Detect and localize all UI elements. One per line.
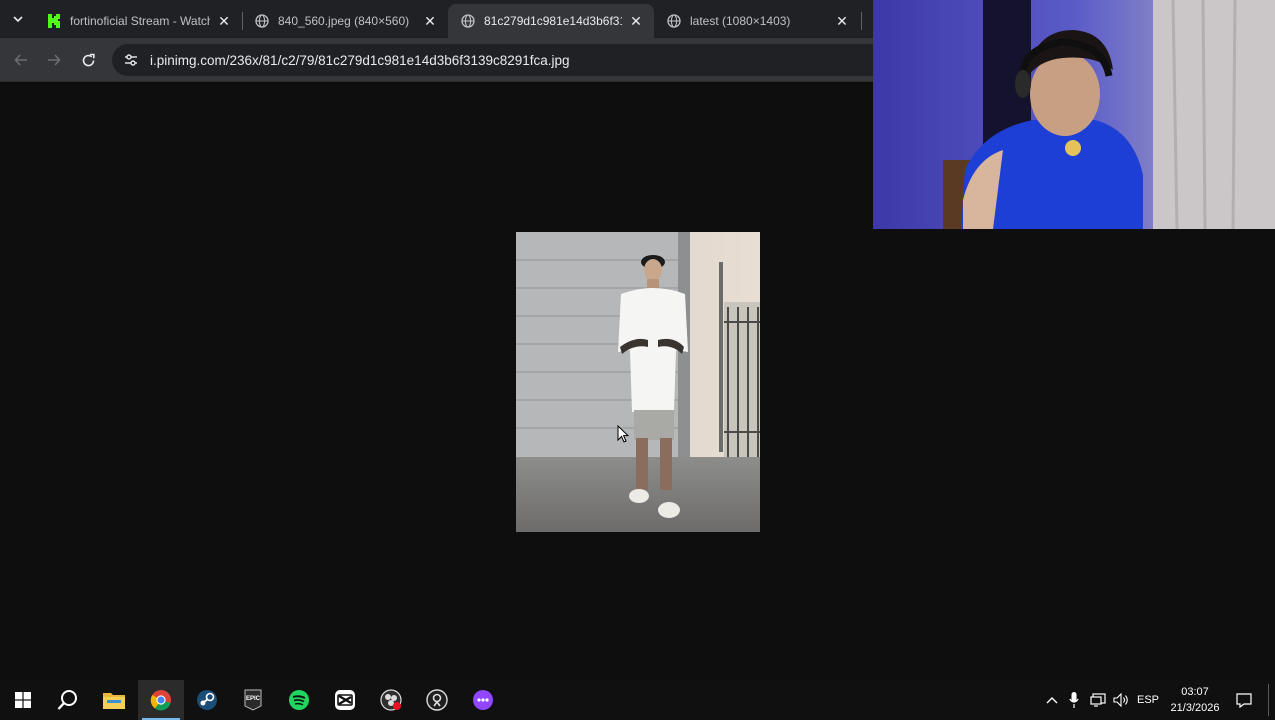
kick-logo-icon — [46, 13, 62, 29]
mouse-cursor-icon — [617, 424, 630, 448]
tab-kick-stream[interactable]: fortinoficial Stream - Watch ✕ — [34, 4, 242, 38]
tab-title: 81c279d1c981e14d3b6f3139c8291fca.jpg — [484, 14, 622, 28]
network-icon — [1090, 693, 1106, 707]
epic-games-icon: EPIC — [244, 689, 262, 711]
globe-icon — [254, 13, 270, 29]
chevron-down-icon — [13, 16, 23, 23]
tab-separator — [861, 12, 862, 30]
windows-taskbar: EPIC ESP 03:07 21/3/2026 — [0, 680, 1275, 720]
site-info-icon[interactable] — [116, 47, 146, 73]
search-icon — [57, 690, 77, 710]
capcut-button[interactable] — [322, 680, 368, 720]
tab-title: fortinoficial Stream - Watch — [70, 14, 210, 28]
tab-title: 840_560.jpeg (840×560) — [278, 14, 410, 28]
streamlabs-button[interactable] — [414, 680, 460, 720]
arrow-right-icon — [48, 54, 61, 66]
chrome-button[interactable] — [138, 680, 184, 720]
close-icon[interactable]: ✕ — [628, 13, 644, 29]
show-hidden-icons-button[interactable] — [1043, 680, 1061, 720]
microphone-button[interactable] — [1066, 680, 1082, 720]
folder-icon — [103, 693, 125, 709]
screen: fortinoficial Stream - Watch ✕ 840_560.j… — [0, 0, 1275, 720]
reload-button[interactable] — [75, 47, 101, 73]
clock-date: 21/3/2026 — [1170, 702, 1220, 714]
show-desktop-button[interactable] — [1268, 684, 1269, 716]
file-explorer-button[interactable] — [91, 680, 137, 720]
speaker-icon — [1112, 693, 1128, 707]
address-bar[interactable]: i.pinimg.com/236x/81/c2/79/81c279d1c981e… — [112, 44, 882, 76]
tab-search-button[interactable] — [6, 7, 30, 31]
tab-840-560[interactable]: 840_560.jpeg (840×560) ✕ — [242, 4, 448, 38]
steam-icon — [197, 690, 217, 710]
close-icon[interactable]: ✕ — [834, 13, 850, 29]
url-text: i.pinimg.com/236x/81/c2/79/81c279d1c981e… — [150, 52, 570, 68]
network-button[interactable] — [1088, 680, 1108, 720]
obs-icon — [380, 689, 402, 711]
svg-text:EPIC: EPIC — [246, 696, 261, 702]
spotify-button[interactable] — [276, 680, 322, 720]
start-button[interactable] — [0, 680, 46, 720]
forward-button[interactable] — [41, 47, 67, 73]
language-indicator[interactable]: ESP — [1134, 680, 1162, 720]
globe-icon — [666, 13, 682, 29]
chevron-up-icon — [1046, 697, 1058, 704]
microphone-icon — [1069, 692, 1079, 708]
steam-button[interactable] — [184, 680, 230, 720]
webcam-overlay — [873, 0, 1275, 229]
close-icon[interactable]: ✕ — [422, 13, 438, 29]
reload-icon — [82, 53, 95, 66]
search-button[interactable] — [45, 680, 91, 720]
system-clock[interactable]: 03:07 21/3/2026 — [1164, 684, 1226, 716]
browser-toolbar: i.pinimg.com/236x/81/c2/79/81c279d1c981e… — [0, 38, 882, 82]
twitch-chat-icon — [473, 690, 493, 710]
arrow-left-icon — [14, 54, 27, 66]
action-center-button[interactable] — [1232, 680, 1256, 720]
tab-title: latest (1080×1403) — [690, 14, 791, 28]
displayed-image[interactable] — [516, 232, 760, 532]
spotify-icon — [289, 690, 309, 710]
volume-button[interactable] — [1111, 680, 1131, 720]
notification-icon — [1236, 692, 1252, 708]
globe-icon — [460, 13, 476, 29]
epic-games-button[interactable]: EPIC — [230, 680, 276, 720]
windows-logo-icon — [15, 692, 31, 708]
chat-app-button[interactable] — [460, 680, 506, 720]
streamlabs-icon — [426, 689, 448, 711]
capcut-icon — [335, 690, 355, 710]
back-button[interactable] — [8, 47, 34, 73]
close-icon[interactable]: ✕ — [216, 13, 232, 29]
chrome-icon — [150, 690, 171, 711]
tab-active-image[interactable]: 81c279d1c981e14d3b6f3139c8291fca.jpg ✕ — [448, 4, 654, 38]
tab-latest[interactable]: latest (1080×1403) ✕ — [654, 4, 860, 38]
obs-button[interactable] — [368, 680, 414, 720]
clock-time: 03:07 — [1181, 686, 1209, 698]
